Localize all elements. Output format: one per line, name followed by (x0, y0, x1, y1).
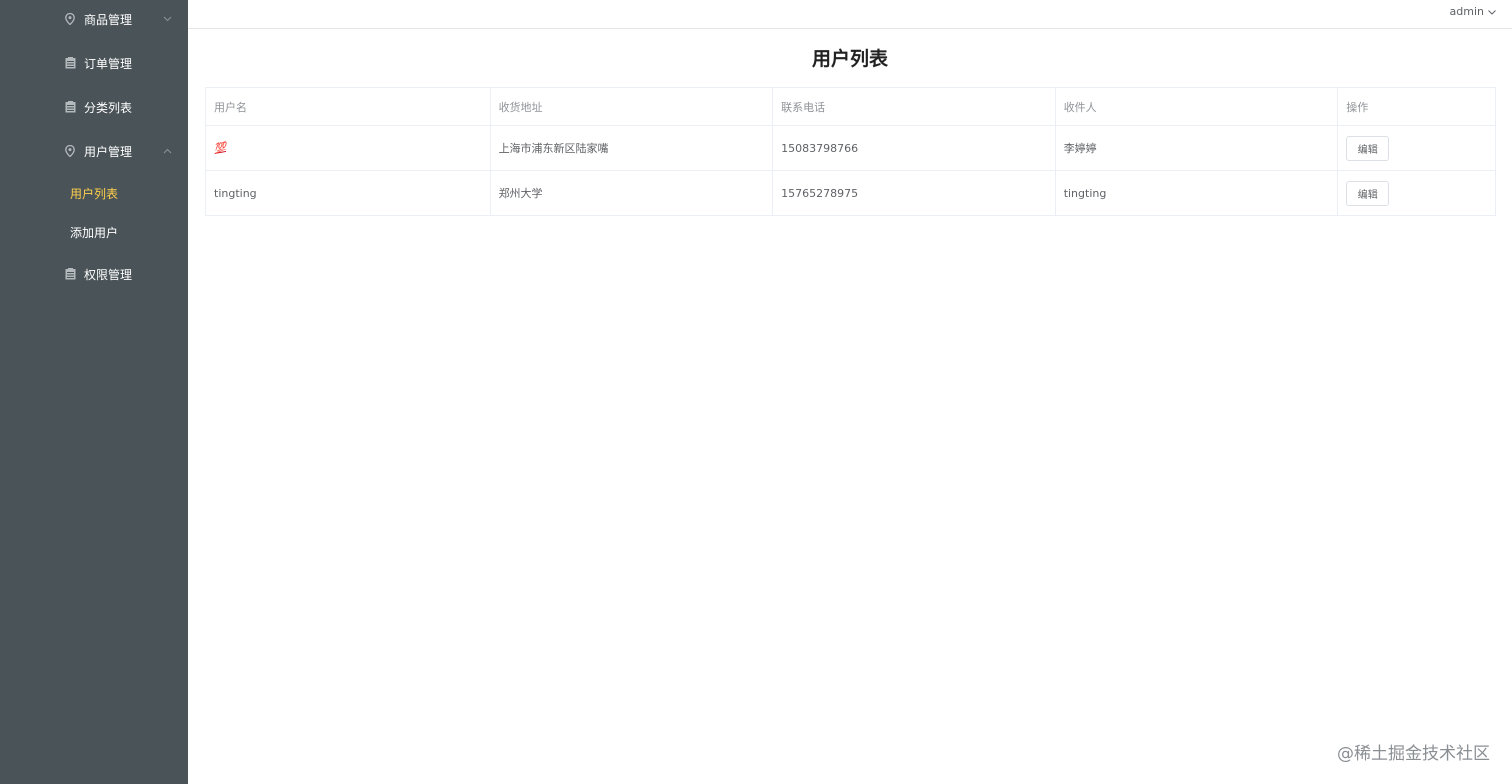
address-cell: 上海市浦东新区陆家嘴 (491, 126, 774, 170)
column-header: 收货地址 (491, 88, 774, 125)
menu-label: 订单管理 (84, 56, 133, 71)
menu-label: 权限管理 (84, 267, 133, 282)
chevron-down-icon (162, 14, 172, 24)
action-cell: 编辑 (1338, 171, 1495, 215)
location-icon (64, 145, 76, 157)
column-header: 收件人 (1056, 88, 1339, 125)
menu-item-orders[interactable]: 订单管理 (0, 41, 188, 85)
table-row: 💯 上海市浦东新区陆家嘴 15083798766 李婷婷 编辑 (206, 126, 1495, 171)
edit-button[interactable]: 编辑 (1346, 180, 1390, 206)
user-table: 用户名 收货地址 联系电话 收件人 操作 💯 上海市浦东新区陆家嘴 150837… (205, 87, 1496, 216)
address-cell: 郑州大学 (491, 171, 774, 215)
watermark: @稀土掘金技术社区 (1337, 744, 1490, 764)
column-header: 联系电话 (773, 88, 1056, 125)
username-cell: 💯 (206, 126, 491, 170)
submenu-label: 用户列表 (70, 186, 119, 201)
menu-item-permissions[interactable]: 权限管理 (0, 252, 188, 296)
username-value: 💯 (213, 141, 227, 155)
sidebar: 商品管理 订单管理 分类列表 用户管理 用户列表 添加用户 权限管理 (0, 0, 188, 784)
table-header-row: 用户名 收货地址 联系电话 收件人 操作 (206, 88, 1495, 126)
menu-item-goods[interactable]: 商品管理 (0, 0, 188, 41)
menu-item-users[interactable]: 用户管理 (0, 129, 188, 173)
username-label: admin (1449, 5, 1484, 18)
submenu-item-add-user[interactable]: 添加用户 (0, 212, 188, 252)
menu-label: 分类列表 (84, 100, 133, 115)
column-header: 用户名 (206, 88, 491, 125)
document-icon (64, 268, 76, 280)
location-icon (64, 13, 76, 25)
document-icon (64, 57, 76, 69)
chevron-down-icon (1488, 5, 1496, 18)
user-dropdown[interactable]: admin (1450, 5, 1496, 18)
username-cell: tingting (206, 171, 491, 215)
menu-item-categories[interactable]: 分类列表 (0, 85, 188, 129)
table-row: tingting 郑州大学 15765278975 tingting 编辑 (206, 171, 1495, 216)
top-header: admin (188, 0, 1512, 29)
receiver-cell: tingting (1056, 171, 1339, 215)
menu-label: 商品管理 (84, 12, 133, 27)
phone-cell: 15083798766 (773, 126, 1056, 170)
submenu-label: 添加用户 (70, 225, 119, 240)
edit-button[interactable]: 编辑 (1346, 135, 1390, 161)
column-header: 操作 (1346, 100, 1369, 114)
menu-label: 用户管理 (84, 144, 133, 159)
phone-cell: 15765278975 (773, 171, 1056, 215)
page-title: 用户列表 (811, 48, 888, 70)
chevron-up-icon (162, 146, 172, 156)
submenu-item-user-list[interactable]: 用户列表 (0, 173, 188, 213)
receiver-cell: 李婷婷 (1056, 126, 1339, 170)
document-icon (64, 101, 76, 113)
action-cell: 编辑 (1338, 126, 1495, 170)
